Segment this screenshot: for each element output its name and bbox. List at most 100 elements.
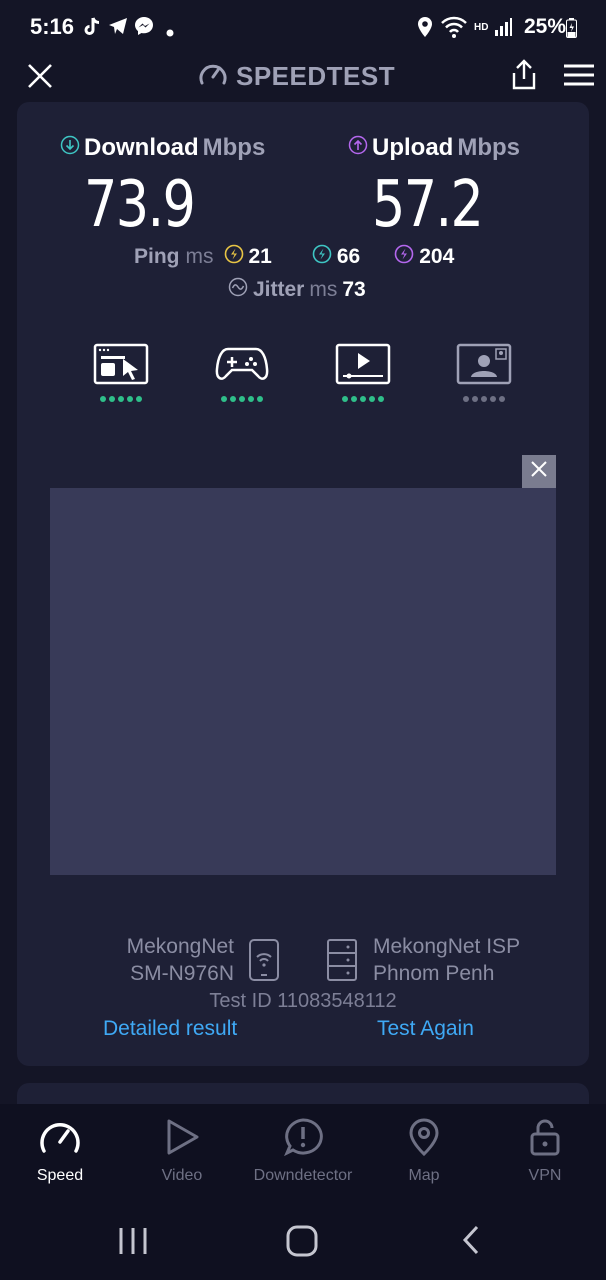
quality-video-call[interactable]	[454, 343, 514, 402]
nav-map-label: Map	[408, 1167, 440, 1184]
quality-dot	[127, 396, 133, 402]
server-name: MekongNet ISP	[373, 935, 521, 958]
phone-wifi-icon	[248, 938, 280, 987]
close-icon[interactable]	[26, 62, 54, 95]
quality-dot	[472, 396, 478, 402]
battery-icon	[566, 18, 577, 43]
device-model: SM-N976N	[130, 962, 234, 985]
share-icon[interactable]	[509, 59, 539, 96]
battery-percent: 25%	[523, 15, 566, 38]
nav-vpn[interactable]: VPN	[485, 1118, 605, 1185]
quality-dot	[136, 396, 142, 402]
download-value: 73.9	[84, 168, 196, 242]
ping-upload-value: 204	[419, 245, 455, 268]
quality-dot	[342, 396, 348, 402]
menu-icon[interactable]	[563, 64, 595, 91]
ping-download-icon	[312, 244, 332, 270]
nav-downdetector[interactable]: Downdetector	[243, 1118, 363, 1185]
detailed-result-link[interactable]: Detailed result	[103, 1017, 237, 1041]
app-bar: SPEEDTEST	[0, 58, 606, 98]
quality-dot	[499, 396, 505, 402]
video-player-icon	[335, 343, 391, 389]
quality-gaming[interactable]	[212, 343, 272, 402]
status-time: 5:16	[30, 14, 75, 39]
upload-value: 57.2	[372, 168, 484, 242]
provider-name: MekongNet	[126, 935, 234, 958]
map-pin-icon	[402, 1118, 446, 1161]
hd-badge: HD	[474, 22, 489, 33]
bottom-nav: Speed Video Downdetector Map VPN	[0, 1104, 606, 1200]
gamepad-icon	[214, 347, 270, 389]
jitter-value: 73	[342, 278, 366, 301]
ad-close-button[interactable]	[522, 455, 556, 488]
quality-dot	[118, 396, 124, 402]
ping-unit: ms	[185, 245, 214, 268]
messenger-icon	[134, 16, 154, 41]
quality-dot	[109, 396, 115, 402]
quality-dots	[212, 396, 272, 402]
close-icon	[530, 460, 548, 483]
recent-apps-icon[interactable]	[118, 1227, 148, 1260]
nav-speed[interactable]: Speed	[0, 1118, 120, 1185]
ping-download-value: 66	[336, 245, 361, 268]
quality-dot	[481, 396, 487, 402]
quality-dot	[351, 396, 357, 402]
download-label: Download	[84, 134, 199, 161]
system-nav-bar	[0, 1200, 606, 1280]
upload-arrow-icon	[348, 134, 368, 162]
notification-dot-icon	[166, 24, 174, 42]
download-arrow-icon	[60, 134, 80, 162]
nav-downdetector-label: Downdetector	[253, 1167, 353, 1184]
speed-gauge-icon	[38, 1118, 82, 1161]
app-title: SPEEDTEST	[236, 60, 396, 91]
quality-dot	[230, 396, 236, 402]
ping-row: Ping ms 21 66 204	[134, 244, 454, 270]
jitter-unit: ms	[309, 278, 338, 301]
quality-dot	[100, 396, 106, 402]
location-icon	[416, 16, 434, 43]
gauge-icon	[198, 61, 228, 92]
download-unit: Mbps	[202, 134, 266, 161]
wifi-icon	[440, 15, 468, 44]
ping-idle-value: 21	[248, 245, 272, 268]
tiktok-icon	[82, 16, 102, 43]
telegram-icon	[108, 16, 128, 41]
quality-dots	[454, 396, 514, 402]
quality-dots	[333, 396, 393, 402]
server-icon	[326, 938, 358, 987]
quality-streaming[interactable]	[333, 343, 393, 402]
quality-dot	[248, 396, 254, 402]
back-icon[interactable]	[460, 1225, 482, 1260]
download-metric: Download Mbps 73.9	[60, 134, 265, 242]
ping-label: Ping	[134, 245, 180, 268]
home-icon[interactable]	[286, 1225, 318, 1262]
play-icon	[160, 1118, 204, 1161]
quality-dot	[360, 396, 366, 402]
upload-label: Upload	[372, 134, 454, 161]
quality-dot	[369, 396, 375, 402]
upload-unit: Mbps	[457, 134, 520, 161]
ping-upload-icon	[394, 244, 414, 270]
browser-cursor-icon	[93, 343, 149, 389]
quality-dot	[463, 396, 469, 402]
upload-metric: Upload Mbps 57.2	[348, 134, 520, 242]
alert-icon	[281, 1118, 325, 1161]
nav-map[interactable]: Map	[364, 1118, 484, 1185]
quality-dot	[378, 396, 384, 402]
test-id: Test ID 11083548112	[209, 990, 397, 1012]
jitter-label: Jitter	[253, 278, 305, 301]
nav-speed-label: Speed	[36, 1167, 84, 1184]
jitter-row: Jitter ms 73	[228, 277, 366, 303]
quality-dots	[91, 396, 151, 402]
nav-video-label: Video	[161, 1167, 203, 1184]
ad-placeholder[interactable]	[50, 488, 556, 875]
nav-video[interactable]: Video	[122, 1118, 242, 1185]
server-location: Phnom Penh	[373, 962, 495, 985]
quality-browsing[interactable]	[91, 343, 151, 402]
signal-icon	[494, 18, 512, 41]
jitter-icon	[228, 277, 248, 303]
quality-dot	[239, 396, 245, 402]
test-again-link[interactable]: Test Again	[377, 1017, 474, 1041]
ping-idle-icon	[224, 244, 244, 270]
nav-vpn-label: VPN	[528, 1167, 562, 1184]
